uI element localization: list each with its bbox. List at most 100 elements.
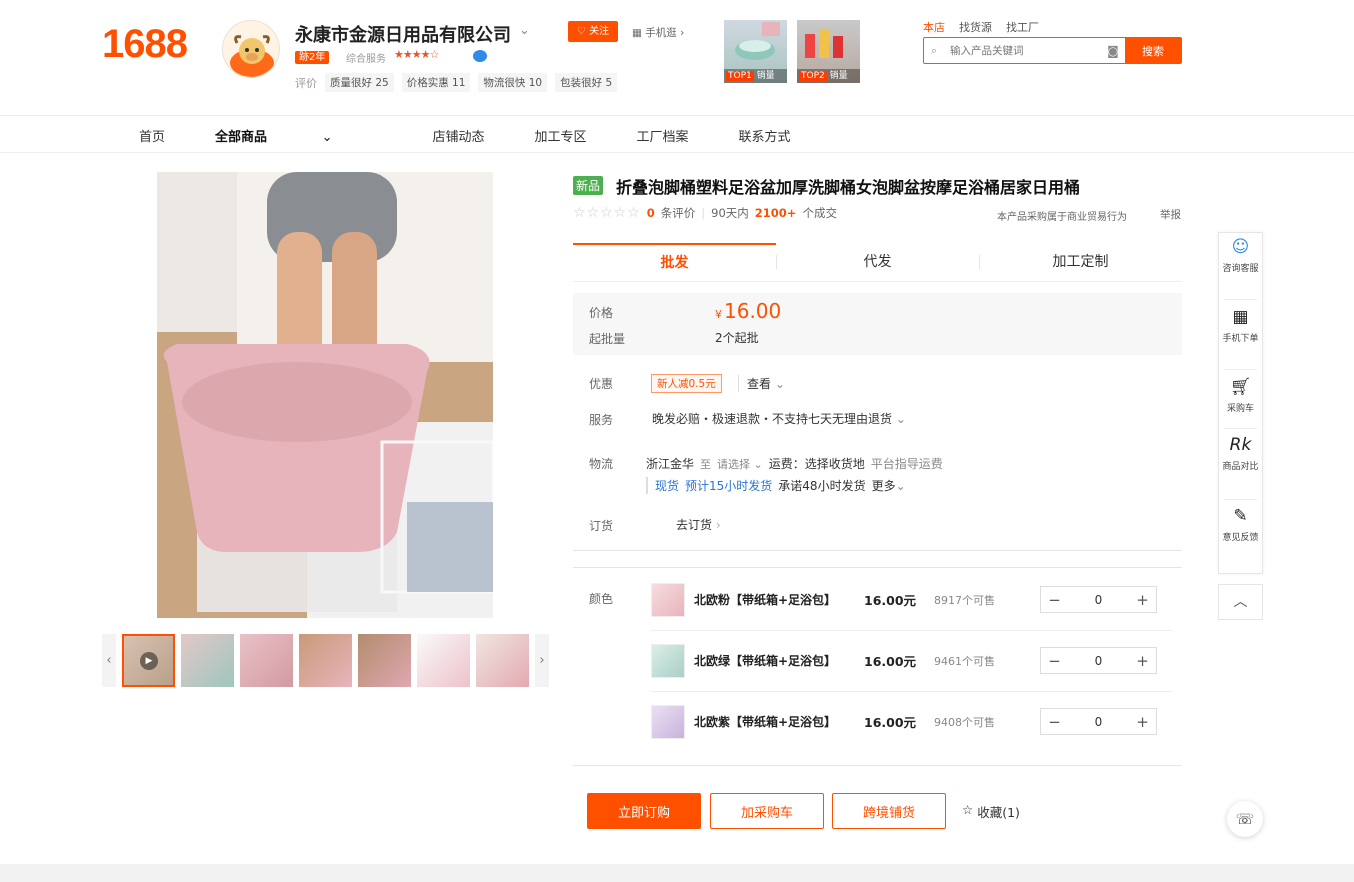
top-product-thumb[interactable]: TOP1 销量 (724, 20, 787, 83)
cart-icon: 🛒︎ (1229, 377, 1252, 397)
service-value[interactable]: 晚发必赔・极速退款・不支持七天无理由退货 ⌄ (652, 410, 906, 427)
thumbnail[interactable] (358, 634, 411, 687)
minus-button[interactable]: − (1041, 713, 1068, 731)
sku-image[interactable] (651, 704, 685, 739)
shop-name[interactable]: 永康市金源日用品有限公司 (295, 21, 511, 47)
sku-image[interactable] (651, 643, 685, 678)
report-link[interactable]: 举报 (1160, 207, 1181, 222)
top-label: 销量 (756, 71, 775, 81)
sidebar-item-compare[interactable]: Rk 商品对比 (1219, 437, 1262, 473)
nav-factory[interactable]: 工厂档案 (637, 126, 689, 145)
evaluation-row: 评价 质量很好 25 价格实惠 11 物流很快 10 包装很好 5 (295, 73, 618, 92)
camera-icon[interactable]: ◙ (1101, 38, 1125, 63)
thumbnail[interactable] (476, 634, 529, 687)
chevron-down-icon: ⌄ (753, 457, 763, 471)
chevron-down-icon[interactable]: ⌄ (519, 23, 530, 38)
service-stars: ★★★★☆ (394, 48, 439, 61)
estimated-ship: 预计15小时发货 (685, 479, 773, 493)
nav-all-products[interactable]: 全部商品 ⌄ (215, 126, 382, 145)
eval-chip: 物流很快 10 (478, 73, 548, 92)
quantity-input[interactable]: 0 (1068, 715, 1129, 729)
wangwang-icon[interactable] (473, 50, 487, 62)
logistics-route: 浙江金华 至 请选择 ⌄ 运费：选择收货地 平台指导运费 (646, 455, 943, 472)
sku-image[interactable] (651, 582, 685, 617)
search-input[interactable] (924, 38, 1101, 63)
cross-border-button[interactable]: 跨境铺货 (832, 793, 946, 829)
mobile-browse-link[interactable]: ▦ 手机逛 › (632, 25, 684, 40)
nav-home[interactable]: 首页 (139, 126, 165, 145)
evaluation-label: 评价 (295, 76, 317, 90)
quantity-input[interactable]: 0 (1068, 654, 1129, 668)
eval-chip: 包装很好 5 (555, 73, 618, 92)
tab-dropship[interactable]: 代发 (776, 243, 979, 281)
search-tab-source[interactable]: 找货源 (959, 19, 992, 35)
plus-button[interactable]: + (1129, 652, 1156, 670)
shop-avatar[interactable] (222, 20, 280, 78)
order-link[interactable]: 去订货 › (676, 516, 721, 533)
nav-processing[interactable]: 加工专区 (534, 126, 586, 145)
sku-name: 北欧紫【带纸箱+足浴包】 (694, 714, 837, 729)
qr-icon: ▦ (632, 27, 646, 39)
follow-button[interactable]: ♡ 关注 (568, 21, 618, 42)
chevron-down-icon: ⌄ (895, 412, 906, 426)
sidebar-item-feedback[interactable]: ✎ 意见反馈 (1219, 508, 1262, 544)
customer-service-float-button[interactable]: ☏ (1227, 801, 1263, 837)
thumbnail[interactable] (299, 634, 352, 687)
top-product-thumb[interactable]: TOP2 销量 (797, 20, 860, 83)
sku-row: 北欧紫【带纸箱+足浴包】 16.00元 9408个可售 − 0 + (651, 691, 1172, 752)
favorite-button[interactable]: ☆ 收藏(1) (962, 802, 1020, 821)
star-icon: ☆ (962, 802, 974, 817)
minus-button[interactable]: − (1041, 652, 1068, 670)
sku-name: 北欧粉【带纸箱+足浴包】 (694, 592, 837, 607)
service-score-label: 综合服务 (346, 54, 386, 65)
footer-bar (0, 864, 1354, 882)
search-tab-factory[interactable]: 找工厂 (1006, 19, 1039, 35)
review-count[interactable]: 0 (647, 206, 655, 220)
chevron-right-icon[interactable]: › (535, 634, 549, 687)
thumbnail-video[interactable]: ▶ (122, 634, 175, 687)
thumbnail[interactable] (181, 634, 234, 687)
buy-now-button[interactable]: 立即订购 (587, 793, 701, 829)
more-link[interactable]: 更多⌄ (872, 477, 906, 494)
platform-freight[interactable]: 平台指导运费 (871, 455, 943, 472)
search-button[interactable]: 搜索 (1125, 38, 1181, 63)
nav-all-products-label: 全部商品 (215, 130, 268, 145)
destination-select[interactable]: 请选择 ⌄ (717, 456, 763, 472)
promo-label: 优惠 (589, 377, 614, 391)
thumbnail[interactable] (240, 634, 293, 687)
plus-button[interactable]: + (1129, 713, 1156, 731)
promo-view-link[interactable]: 查看 ⌄ (738, 375, 785, 392)
divider (573, 765, 1182, 766)
minus-button[interactable]: − (1041, 591, 1068, 609)
nav-shop-news[interactable]: 店铺动态 (432, 126, 484, 145)
sidebar-item-cart[interactable]: 🛒︎ 采购车 (1219, 377, 1262, 415)
plus-button[interactable]: + (1129, 591, 1156, 609)
site-logo[interactable]: 1688 (102, 22, 188, 67)
chevron-left-icon[interactable]: ‹ (102, 634, 116, 687)
years-badge: 跡2年 (295, 51, 330, 64)
sku-price: 16.00元 (864, 593, 917, 608)
search-tab-shop[interactable]: 本店 (923, 19, 945, 35)
sidebar-label: 商品对比 (1222, 462, 1259, 472)
promo-view-label: 查看 (747, 377, 772, 391)
tab-wholesale[interactable]: 批发 (573, 243, 776, 281)
chevron-right-icon: › (715, 518, 721, 532)
thumbnail[interactable] (417, 634, 470, 687)
sku-stock: 8917个可售 (934, 593, 995, 607)
main-product-image[interactable] (157, 172, 493, 618)
top-rank: TOP2 (799, 71, 827, 81)
service-label: 服务 (589, 413, 614, 427)
sidebar-item-mobile-order[interactable]: ▦ 手机下单 (1219, 309, 1262, 345)
add-to-cart-button[interactable]: 加采购车 (710, 793, 824, 829)
tab-custom[interactable]: 加工定制 (979, 243, 1182, 281)
chevron-down-icon: ⌄ (895, 479, 906, 493)
divider (1224, 369, 1257, 370)
origin: 浙江金华 (646, 457, 695, 471)
new-badge: 新品 (573, 176, 604, 195)
back-to-top-button[interactable]: ︿ (1218, 584, 1263, 620)
freight-text: 运费：选择收货地 (768, 457, 865, 471)
nav-contact[interactable]: 联系方式 (739, 126, 791, 145)
sidebar-item-consult[interactable]: ☺ 咨询客服 (1219, 239, 1262, 275)
quantity-input[interactable]: 0 (1068, 593, 1129, 607)
promo-tag: 新人减0.5元 (651, 374, 722, 393)
